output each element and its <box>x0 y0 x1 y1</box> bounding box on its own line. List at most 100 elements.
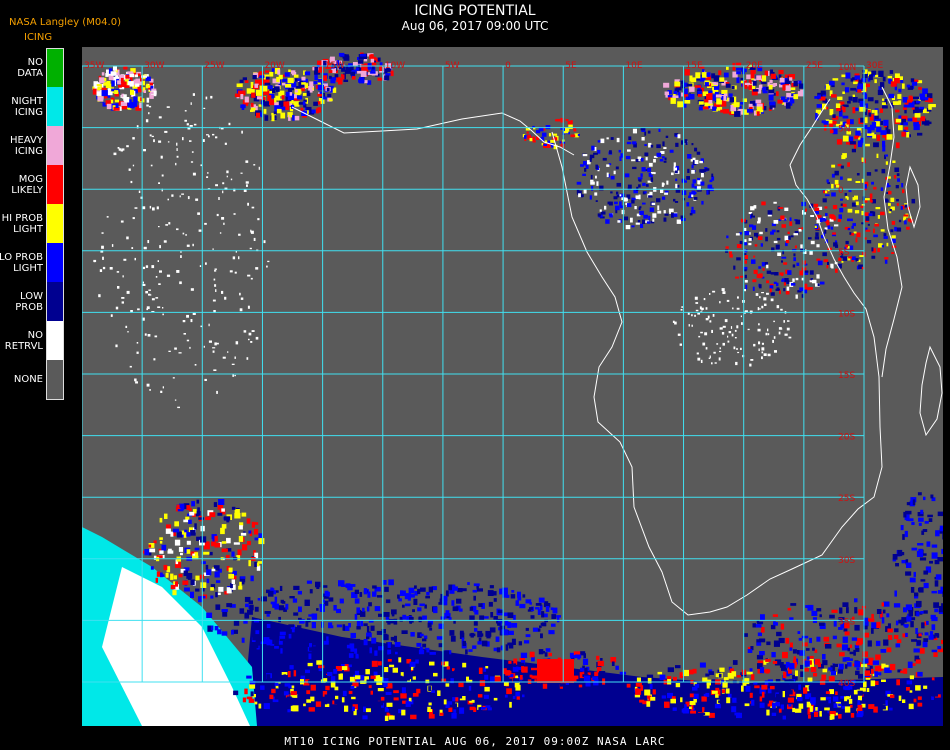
icing-cell <box>918 86 922 90</box>
icing-cell <box>935 574 942 580</box>
icing-cell <box>673 90 678 94</box>
icing-cell <box>413 598 418 605</box>
icing-cell <box>869 74 873 81</box>
icing-cell <box>372 591 377 597</box>
icing-cell <box>644 689 651 696</box>
icing-cell <box>178 352 182 354</box>
icing-cell <box>188 519 192 524</box>
icing-cell <box>766 292 769 295</box>
icing-cell <box>935 530 940 537</box>
icing-cell <box>824 206 828 209</box>
icing-cell <box>162 313 164 316</box>
icing-cell <box>113 66 117 71</box>
icing-cell <box>691 143 694 146</box>
icing-cell <box>276 108 282 114</box>
icing-cell <box>640 127 646 131</box>
icing-cell <box>240 576 246 579</box>
icing-cell <box>697 357 701 361</box>
icing-cell <box>120 220 124 223</box>
icing-cell <box>921 622 925 629</box>
icing-cell <box>942 591 943 597</box>
icing-cell <box>390 70 394 77</box>
icing-cell <box>669 149 674 153</box>
icing-cell <box>830 94 837 98</box>
icing-cell <box>240 94 244 100</box>
icing-cell <box>227 351 229 353</box>
icing-cell <box>526 663 532 667</box>
icing-cell <box>159 517 163 523</box>
icing-cell <box>291 648 295 652</box>
icing-cell <box>666 180 669 185</box>
icing-cell <box>250 81 254 88</box>
icing-cell <box>474 628 478 632</box>
icing-cell <box>918 522 922 526</box>
icing-cell <box>473 621 478 626</box>
icing-cell <box>650 696 656 701</box>
icing-cell <box>641 158 644 162</box>
icing-cell <box>354 598 360 604</box>
icing-cell <box>167 141 170 143</box>
icing-cell <box>906 502 911 506</box>
icing-cell <box>853 81 858 85</box>
icing-cell <box>771 712 777 716</box>
legend-swatch <box>47 126 64 165</box>
icing-cell <box>874 115 879 120</box>
icing-cell <box>711 362 713 365</box>
icing-cell <box>931 544 938 548</box>
icing-cell <box>443 601 448 606</box>
icing-cell <box>248 698 255 703</box>
icing-cell <box>681 306 684 308</box>
icing-cell <box>711 690 718 694</box>
icing-cell <box>872 660 879 665</box>
icing-cell <box>923 610 928 614</box>
icing-cell <box>637 220 641 223</box>
icing-cell <box>776 237 781 241</box>
icing-cell <box>305 620 309 627</box>
icing-cell <box>578 684 583 688</box>
icing-cell <box>594 671 599 677</box>
icing-cell <box>127 71 134 74</box>
icing-cell <box>369 54 374 60</box>
icing-cell <box>128 168 131 171</box>
icing-cell <box>856 173 860 176</box>
icing-cell <box>631 159 636 162</box>
icing-cell <box>349 643 355 649</box>
icing-cell <box>852 97 858 103</box>
icing-cell <box>638 184 641 188</box>
icing-cell <box>446 666 450 670</box>
icing-cell <box>828 667 833 671</box>
icing-cell <box>206 578 210 584</box>
icing-cell <box>888 190 892 195</box>
icing-cell <box>590 155 593 160</box>
icing-cell <box>914 592 919 597</box>
icing-cell <box>614 201 618 205</box>
icing-cell <box>468 685 472 691</box>
icing-cell <box>186 244 190 247</box>
icing-cell <box>187 575 192 580</box>
icing-cell <box>142 281 144 284</box>
icing-cell <box>780 96 786 101</box>
icing-cell <box>186 505 191 511</box>
icing-cell <box>825 644 832 649</box>
icing-cell <box>741 685 744 692</box>
footer-caption: MT10 ICING POTENTIAL AUG 06, 2017 09:00Z… <box>284 735 666 748</box>
icing-cell <box>776 631 782 637</box>
icing-cell <box>888 203 891 206</box>
icing-cell <box>785 291 790 295</box>
icing-cell <box>376 630 383 635</box>
icing-cell <box>212 133 215 136</box>
icing-cell <box>711 173 714 177</box>
icing-cell <box>887 75 893 79</box>
icing-cell <box>490 612 494 618</box>
icing-cell <box>651 172 655 174</box>
icing-cell <box>809 637 812 644</box>
icing-cell <box>202 139 205 142</box>
icing-cell <box>908 610 913 617</box>
icing-cell <box>196 499 200 504</box>
icing-cell <box>885 670 892 673</box>
icing-cell <box>511 590 515 593</box>
icing-cell <box>906 132 910 138</box>
icing-cell <box>216 580 221 583</box>
icing-cell <box>858 609 864 616</box>
icing-cell <box>327 710 331 716</box>
